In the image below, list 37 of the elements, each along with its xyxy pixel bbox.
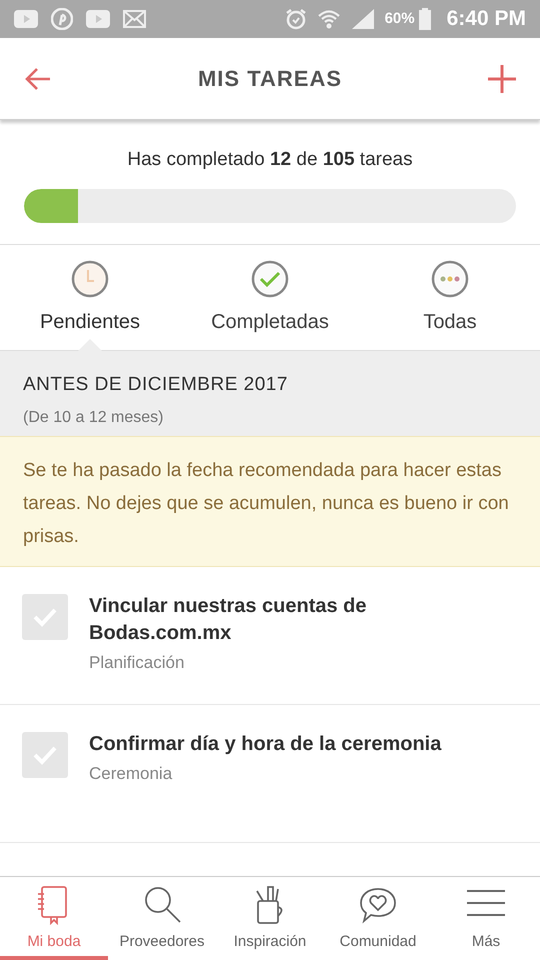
wifi-icon	[316, 8, 341, 30]
clock-icon	[71, 260, 109, 298]
task-category: Ceremonia	[89, 763, 174, 785]
checkmark-icon	[251, 260, 289, 298]
overdue-notice: Se te ha pasado la fecha recomendada para hacer estas tareas. No dejes que se acumulen, nunca es bueno ir con prisas.	[23, 459, 510, 549]
mail-icon	[123, 10, 146, 28]
task-title: Confirmar día y hora de la ceremonia	[89, 732, 442, 757]
clock-time: 6:40 PM	[446, 6, 526, 32]
signal-icon	[350, 8, 375, 30]
plus-icon	[486, 64, 517, 94]
video-icon	[14, 10, 38, 28]
section-subtitle: (De 10 a 12 meses)	[23, 408, 165, 428]
nav-tab[interactable]: Más	[432, 877, 540, 960]
nav-tab[interactable]: Comunidad	[324, 877, 432, 960]
alarm-icon	[284, 8, 307, 30]
battery-percent: 60%	[384, 8, 415, 29]
filter-tab[interactable]: Todas	[360, 245, 540, 350]
dots-icon	[431, 260, 469, 298]
nav-tab[interactable]: Mi boda	[0, 877, 108, 960]
checkmark-icon	[33, 607, 57, 627]
task-checkbox[interactable]	[22, 594, 68, 640]
checkmark-icon	[33, 745, 57, 765]
heart-chat-icon	[358, 885, 398, 925]
search-icon	[142, 885, 182, 925]
task-title: Vincular nuestras cuentas de Bodas.com.mx	[89, 594, 368, 646]
nav-tab[interactable]: Proveedores	[108, 877, 216, 960]
pin-icon	[51, 8, 73, 30]
progress-summary: Has completado 12 de 105 tareas	[127, 148, 413, 172]
back-arrow-icon	[24, 66, 52, 90]
section-title: ANTES DE DICIEMBRE 2017	[23, 373, 289, 397]
battery-icon	[418, 8, 431, 30]
video-icon	[86, 10, 110, 28]
nav-tab[interactable]: Inspiración	[216, 877, 324, 960]
page-title: MIS TAREAS	[198, 65, 342, 93]
filter-tab[interactable]: Completadas	[180, 245, 360, 350]
task-category: Planificación	[89, 652, 186, 674]
task-checkbox[interactable]	[22, 732, 68, 778]
